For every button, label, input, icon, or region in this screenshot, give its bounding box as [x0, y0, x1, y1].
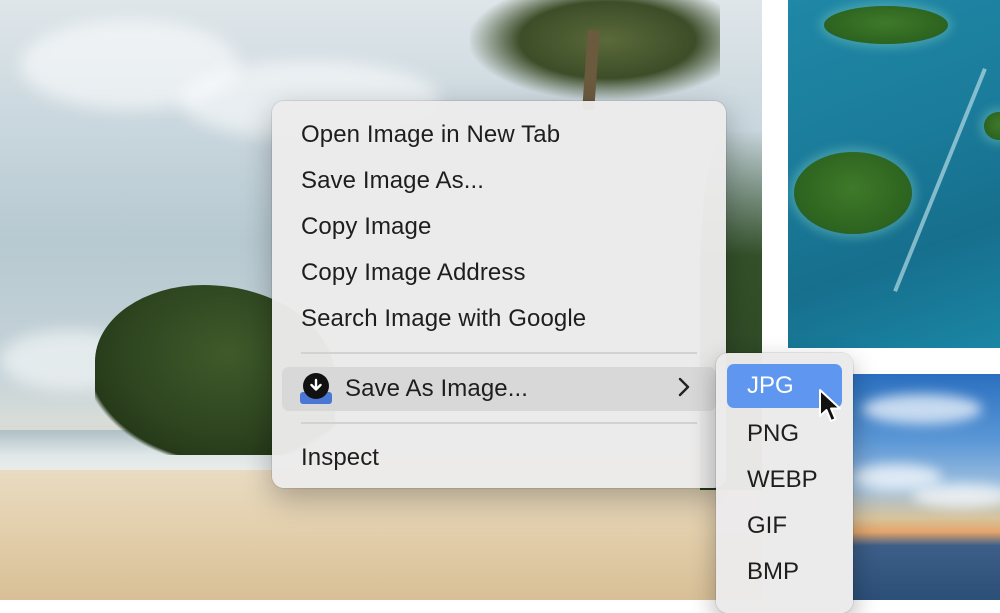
- submenu-item-label: BMP: [747, 558, 800, 585]
- menu-item-save-image-as[interactable]: Save Image As...: [282, 161, 716, 201]
- island: [984, 112, 1000, 140]
- menu-item-label: Search Image with Google: [301, 305, 587, 332]
- menu-item-open-image-new-tab[interactable]: Open Image in New Tab: [282, 115, 716, 155]
- submenu-item-label: PNG: [747, 420, 800, 447]
- submenu-item-label: WEBP: [747, 466, 818, 493]
- menu-item-label: Save Image As...: [301, 167, 485, 194]
- island: [824, 6, 948, 44]
- menu-separator: [301, 352, 697, 354]
- menu-item-save-as-image[interactable]: Save As Image...: [282, 367, 716, 411]
- island: [794, 152, 912, 234]
- download-circle-icon: [300, 373, 332, 405]
- submenu-item-gif[interactable]: GIF: [727, 504, 842, 548]
- submenu-item-label: JPG: [747, 372, 794, 399]
- menu-item-copy-image-address[interactable]: Copy Image Address: [282, 253, 716, 293]
- cloud: [862, 394, 982, 424]
- menu-item-label: Save As Image...: [345, 375, 529, 402]
- submenu-item-bmp[interactable]: BMP: [727, 550, 842, 594]
- islands-photo[interactable]: [788, 0, 1000, 348]
- cloud: [912, 484, 1000, 508]
- sand: [0, 470, 762, 600]
- menu-separator: [301, 422, 697, 424]
- menu-item-search-image-google[interactable]: Search Image with Google: [282, 299, 716, 339]
- submenu-item-webp[interactable]: WEBP: [727, 458, 842, 502]
- sunset-photo[interactable]: [852, 374, 1000, 600]
- mouse-pointer-icon: [819, 389, 841, 422]
- menu-item-label: Inspect: [301, 444, 380, 471]
- menu-item-inspect[interactable]: Inspect: [282, 438, 716, 478]
- chevron-right-icon: [674, 376, 694, 398]
- menu-item-label: Open Image in New Tab: [301, 121, 561, 148]
- menu-item-label: Copy Image Address: [301, 259, 526, 286]
- menu-item-label: Copy Image: [301, 213, 432, 240]
- menu-item-copy-image[interactable]: Copy Image: [282, 207, 716, 247]
- context-menu: Open Image in New Tab Save Image As... C…: [272, 101, 726, 488]
- submenu-item-label: GIF: [747, 512, 787, 539]
